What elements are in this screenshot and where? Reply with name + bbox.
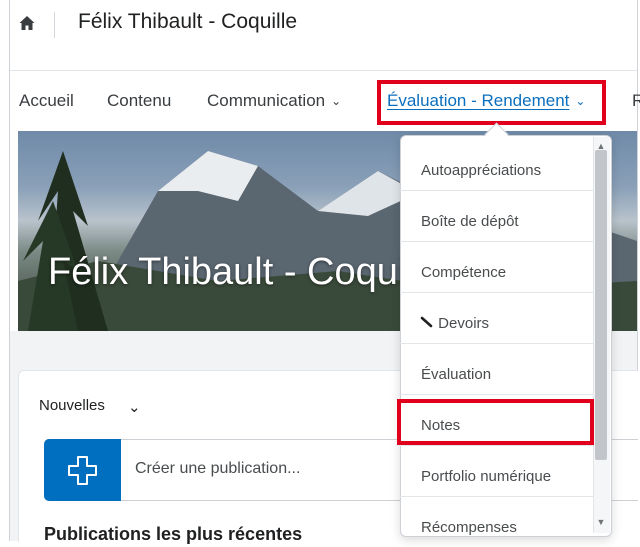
- nav-item-label: Accueil: [19, 91, 74, 110]
- menu-item-label: Boîte de dépôt: [421, 213, 519, 230]
- menu-item-label: Portfolio numérique: [421, 468, 552, 485]
- menu-item-label: Devoirs: [438, 315, 490, 332]
- nav-item-label: Communication: [207, 91, 326, 110]
- menu-item-autoappreciations[interactable]: Autoappréciations: [400, 140, 593, 191]
- menu-item-portfolio-numerique[interactable]: Portfolio numérique: [400, 446, 593, 497]
- title-bar: Félix Thibault - Coquille: [10, 0, 637, 71]
- nav-item-truncated[interactable]: R: [632, 91, 640, 111]
- menu-item-devoirs[interactable]: Devoirs: [400, 293, 593, 344]
- nav-item-contenu[interactable]: Contenu: [107, 91, 171, 111]
- banner-title: Félix Thibault - Coquille: [48, 251, 445, 293]
- create-post-button[interactable]: [44, 439, 121, 501]
- chevron-down-icon[interactable]: ⌄: [128, 398, 141, 416]
- news-widget-title: Nouvelles: [39, 397, 105, 414]
- nav-item-label: R: [632, 91, 640, 110]
- dropdown-scrollbar-thumb[interactable]: [595, 150, 607, 460]
- chevron-down-icon: ⌄: [331, 94, 342, 108]
- highlight-box-notes: [397, 399, 594, 445]
- scroll-down-icon[interactable]: ▼: [596, 517, 606, 527]
- nav-item-communication[interactable]: Communication ⌄: [207, 91, 341, 111]
- plus-icon: [68, 456, 97, 485]
- menu-item-label: Autoappréciations: [421, 162, 542, 179]
- menu-item-label: Compétence: [421, 264, 507, 281]
- menu-item-label: Évaluation: [421, 366, 492, 383]
- highlight-box-evaluation: [377, 80, 606, 125]
- pencil-icon: [420, 316, 433, 328]
- menu-item-label: Récompenses: [421, 519, 517, 536]
- scroll-up-icon[interactable]: ▲: [596, 141, 606, 151]
- title-divider: [54, 12, 55, 38]
- menu-item-devoirs-wrap: Devoirs: [420, 315, 489, 332]
- create-post-label[interactable]: Créer une publication...: [135, 460, 300, 478]
- menu-item-recompenses[interactable]: Récompenses: [400, 497, 593, 547]
- menu-item-competence[interactable]: Compétence: [400, 242, 593, 293]
- nav-item-accueil[interactable]: Accueil: [19, 91, 74, 111]
- menu-item-boite-de-depot[interactable]: Boîte de dépôt: [400, 191, 593, 242]
- home-icon[interactable]: [18, 14, 36, 32]
- nav-item-label: Contenu: [107, 91, 172, 110]
- recent-posts-heading: Publications les plus récentes: [44, 524, 303, 544]
- course-title: Félix Thibault - Coquille: [78, 10, 298, 33]
- menu-item-evaluation[interactable]: Évaluation: [400, 344, 593, 395]
